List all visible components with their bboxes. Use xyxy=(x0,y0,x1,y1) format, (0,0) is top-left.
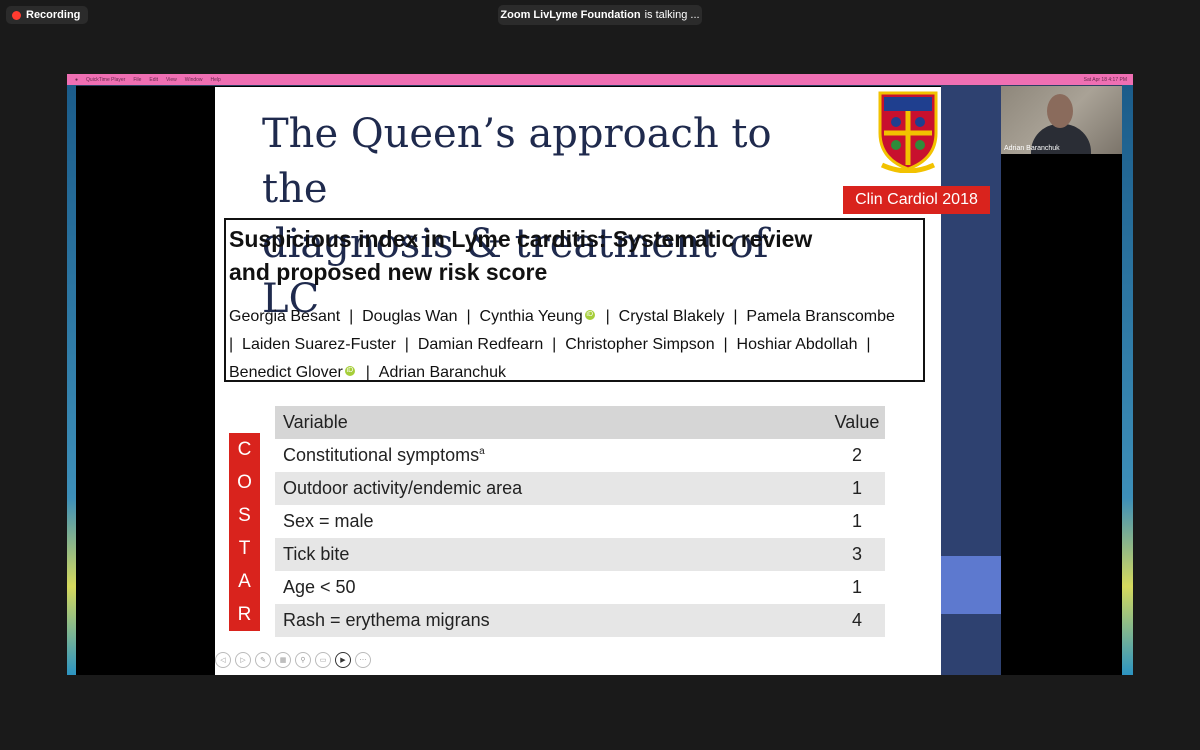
presentation-slide: The Queen’s approach to the diagnosis & … xyxy=(215,87,990,675)
subtitles-icon[interactable]: ▭ xyxy=(315,652,331,668)
slide-side-band xyxy=(941,556,1001,614)
costar-letter: O xyxy=(237,471,252,493)
table-row: Outdoor activity/endemic area 1 xyxy=(275,472,885,505)
author: Georgia Besant xyxy=(229,308,341,325)
author: Christopher Simpson xyxy=(565,336,715,353)
shared-screen: ● QuickTime Player File Edit View Window… xyxy=(67,74,1133,675)
menu-window[interactable]: Window xyxy=(185,77,203,83)
paper-title: Suspicious index in Lyme carditis: Syste… xyxy=(229,223,812,289)
slide-title-line1: The Queen’s approach to the xyxy=(262,111,772,212)
row-variable: Rash = erythema migrans xyxy=(283,610,490,630)
slides-icon[interactable]: ▦ xyxy=(275,652,291,668)
author: Pamela Branscombe xyxy=(746,308,895,325)
participant-silhouette-head xyxy=(1047,94,1073,128)
zoom-icon[interactable]: ⚲ xyxy=(295,652,311,668)
header-value: Value xyxy=(834,412,880,432)
menu-help[interactable]: Help xyxy=(211,77,221,83)
recording-label: Recording xyxy=(26,9,81,21)
previous-icon[interactable]: ◁ xyxy=(215,652,231,668)
paper-title-line1: Suspicious index in Lyme carditis: Syste… xyxy=(229,226,813,252)
table-row: Tick bite 3 xyxy=(275,538,885,571)
desktop-wallpaper-right xyxy=(1122,85,1133,675)
costar-letter: S xyxy=(238,504,251,526)
costar-letter: C xyxy=(237,438,252,460)
table-row: Sex = male 1 xyxy=(275,505,885,538)
row-variable: Outdoor activity/endemic area xyxy=(283,478,523,498)
menu-view[interactable]: View xyxy=(166,77,177,83)
author-list: Georgia Besant | Douglas Wan | Cynthia Y… xyxy=(229,308,895,381)
table-row: Constitutional symptomsa 2 xyxy=(275,439,885,472)
orcid-icon: iD xyxy=(344,366,355,377)
university-crest-icon xyxy=(878,91,938,173)
slideshow-controls: ◁ ▷ ✎ ▦ ⚲ ▭ ▶ ⋯ xyxy=(215,652,371,670)
active-speaker-suffix: is talking ... xyxy=(644,9,700,21)
header-variable: Variable xyxy=(283,412,348,432)
active-speaker-banner: Zoom LivLyme Foundation is talking ... xyxy=(498,5,702,25)
paper-header-box: Suspicious index in Lyme carditis: Syste… xyxy=(224,218,925,382)
record-dot-icon xyxy=(12,10,21,20)
author: Adrian Baranchuk xyxy=(378,364,506,381)
row-variable: Constitutional symptomsa xyxy=(283,445,485,465)
author: Cynthia Yeung xyxy=(479,308,583,325)
active-speaker-name: Zoom LivLyme Foundation xyxy=(500,9,641,21)
row-value: 2 xyxy=(851,445,862,465)
row-variable: Sex = male xyxy=(283,511,374,531)
menu-clock[interactable]: Sat Apr 18 4:17 PM xyxy=(1084,77,1127,83)
footnote-marker: a xyxy=(479,446,485,457)
next-icon[interactable]: ▷ xyxy=(235,652,251,668)
menu-app-name[interactable]: QuickTime Player xyxy=(86,77,125,83)
author: Benedict Glover xyxy=(229,364,343,381)
orcid-icon: iD xyxy=(584,310,595,321)
citation-badge: Clin Cardiol 2018 xyxy=(843,186,990,214)
table-header-row: Variable Value xyxy=(275,406,885,439)
author: Douglas Wan xyxy=(362,308,458,325)
apple-icon[interactable]: ● xyxy=(75,77,78,83)
participant-video-tile[interactable]: Adrian Baranchuk xyxy=(1001,86,1122,154)
author: Hoshiar Abdollah xyxy=(736,336,858,353)
mac-menu-bar: ● QuickTime Player File Edit View Window… xyxy=(67,74,1133,85)
row-variable: Age < 50 xyxy=(283,577,356,597)
desktop-wallpaper-left xyxy=(67,85,76,675)
row-value: 4 xyxy=(851,610,862,630)
paper-title-line2: and proposed new risk score xyxy=(229,259,548,285)
recording-indicator[interactable]: Recording xyxy=(6,6,89,24)
costar-letter: A xyxy=(238,570,251,592)
table-row: Rash = erythema migrans 4 xyxy=(275,604,885,637)
author: Damian Redfearn xyxy=(417,336,544,353)
author: Crystal Blakely xyxy=(618,308,725,325)
participant-name: Adrian Baranchuk xyxy=(1004,145,1060,152)
costar-letter: T xyxy=(238,537,251,559)
menu-edit[interactable]: Edit xyxy=(149,77,158,83)
costar-score-table: Variable Value Constitutional symptomsa … xyxy=(275,406,885,637)
author: Laiden Suarez-Fuster xyxy=(242,336,396,353)
pen-icon[interactable]: ✎ xyxy=(255,652,271,668)
more-options-icon[interactable]: ⋯ xyxy=(355,652,371,668)
menu-file[interactable]: File xyxy=(133,77,141,83)
row-value: 1 xyxy=(851,577,862,597)
row-value: 1 xyxy=(851,478,862,498)
table-row: Age < 50 1 xyxy=(275,571,885,604)
row-value: 3 xyxy=(851,544,862,564)
row-variable: Tick bite xyxy=(283,544,350,564)
costar-acronym-bar: C O S T A R xyxy=(229,433,260,631)
row-value: 1 xyxy=(851,511,862,531)
costar-letter: R xyxy=(237,603,252,625)
quicktime-window: The Queen’s approach to the diagnosis & … xyxy=(76,86,1122,675)
camera-icon[interactable]: ▶ xyxy=(335,652,351,668)
